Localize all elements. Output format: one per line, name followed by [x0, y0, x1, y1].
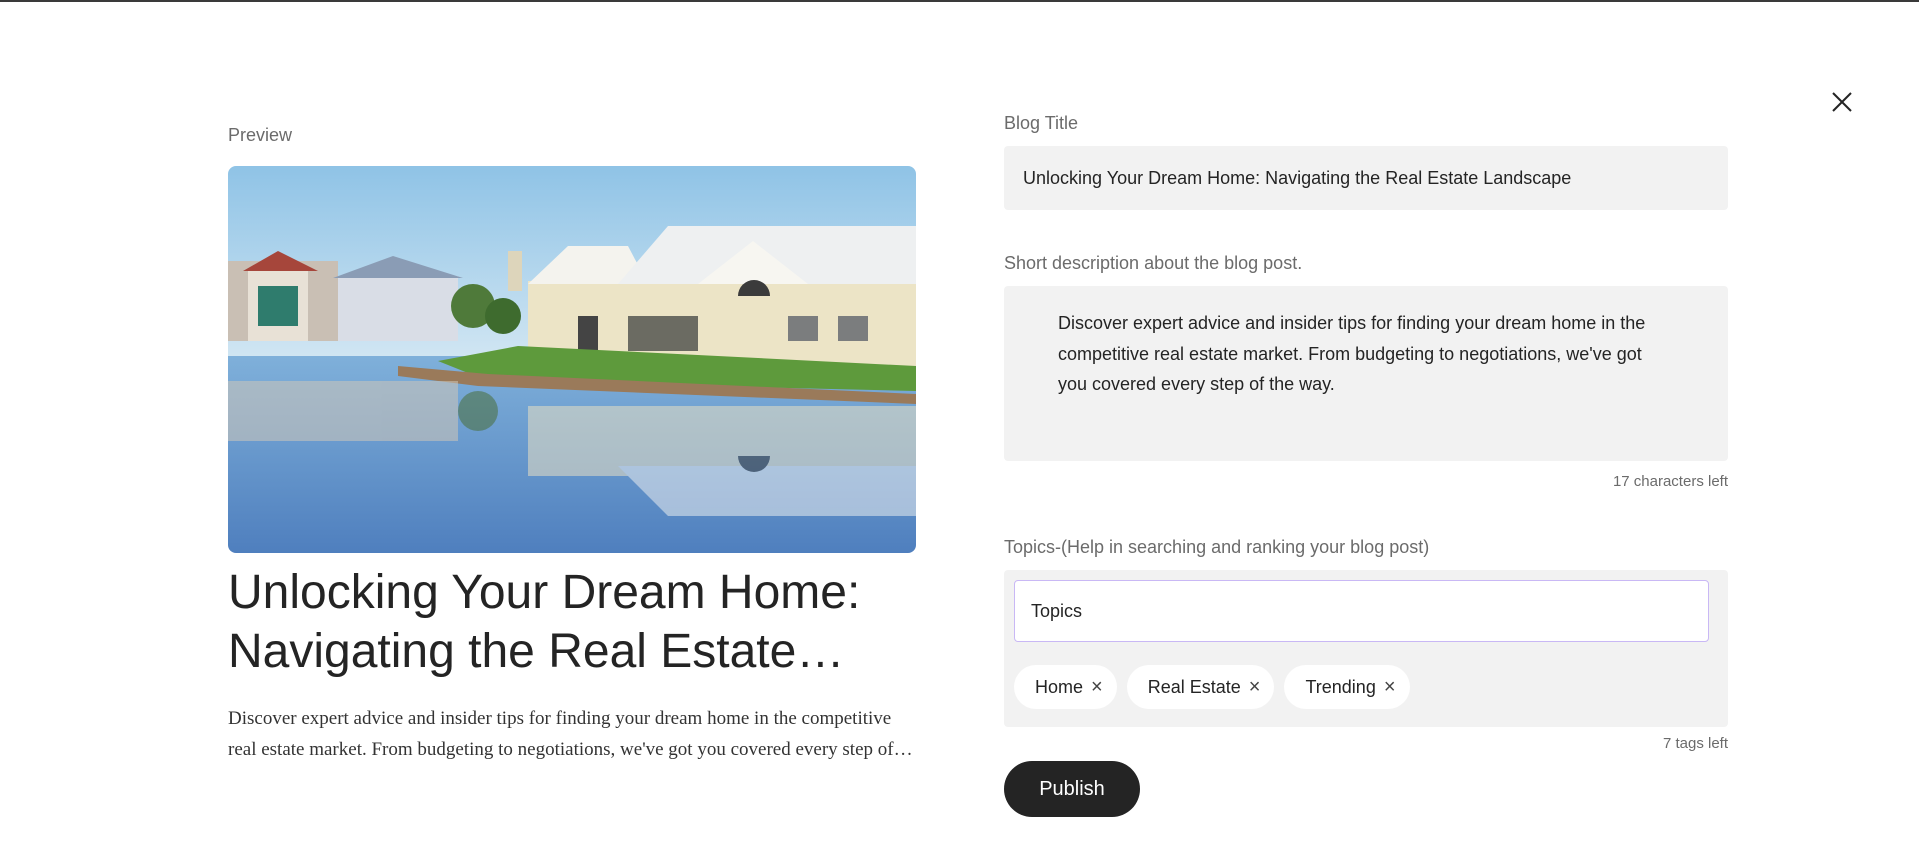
- topics-label: Topics-(Help in searching and ranking yo…: [1004, 537, 1430, 557]
- description-textarea[interactable]: Discover expert advice and insider tips …: [1004, 286, 1728, 461]
- close-icon[interactable]: ×: [1249, 677, 1261, 697]
- preview-title: Unlocking Your Dream Home: Navigating th…: [228, 566, 861, 678]
- topics-container: Topics Home × Real Estate × Trending ×: [1004, 570, 1728, 727]
- tag-label: Real Estate: [1147, 676, 1241, 697]
- publish-form: Blog Title Unlocking Your Dream Home: Na…: [1004, 112, 1728, 817]
- tag-list: Home × Real Estate × Trending ×: [1014, 665, 1709, 709]
- blog-title-label: Blog Title: [1004, 113, 1079, 133]
- description-label: Short description about the blog post.: [1004, 253, 1303, 273]
- top-divider: [0, 0, 1919, 2]
- preview-image: [228, 166, 916, 553]
- tag-home[interactable]: Home ×: [1014, 665, 1117, 709]
- close-icon: [1832, 92, 1852, 112]
- close-icon[interactable]: ×: [1091, 677, 1103, 697]
- preview-panel: Preview Unlocking Your Dream Home: Navig…: [228, 124, 916, 765]
- preview-label: Preview: [228, 125, 293, 145]
- publish-button[interactable]: Publish: [1004, 761, 1140, 817]
- characters-left-counter: 17 characters left: [1612, 473, 1728, 490]
- preview-description: Discover expert advice and insider tips …: [228, 708, 894, 760]
- close-button[interactable]: [1826, 86, 1858, 118]
- tag-real-estate[interactable]: Real Estate ×: [1126, 665, 1275, 709]
- tag-trending[interactable]: Trending ×: [1284, 665, 1410, 709]
- tag-label: Trending: [1305, 676, 1376, 697]
- tag-label: Home: [1035, 676, 1084, 697]
- blog-title-input[interactable]: Unlocking Your Dream Home: Navigating th…: [1004, 146, 1728, 210]
- close-icon[interactable]: ×: [1384, 677, 1396, 697]
- topics-input[interactable]: Topics: [1014, 580, 1709, 642]
- tags-left-counter: 7 tags left: [1662, 735, 1728, 752]
